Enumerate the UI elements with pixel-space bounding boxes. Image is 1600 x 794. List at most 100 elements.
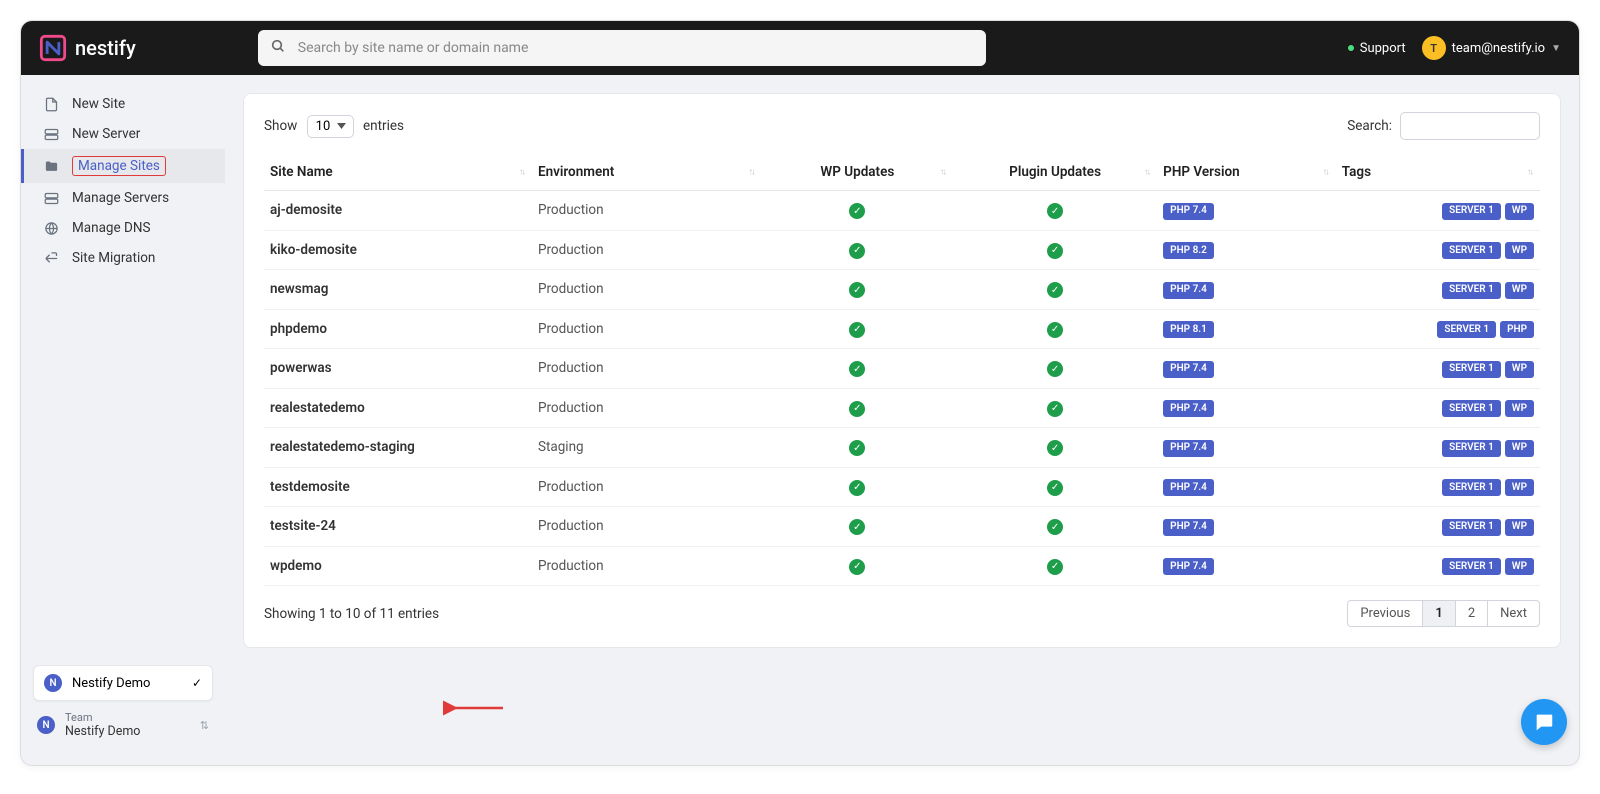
cell-tags: SERVER 1WP: [1336, 349, 1540, 389]
cell-plugin: ✓: [953, 546, 1157, 586]
cell-site: powerwas: [264, 349, 532, 389]
pagination: Previous 1 2 Next: [1347, 600, 1540, 627]
cell-tags: SERVER 1WP: [1336, 230, 1540, 270]
cell-plugin: ✓: [953, 428, 1157, 468]
cell-php: PHP 7.4: [1157, 507, 1336, 547]
sidebar: New Site New Server Manage Sites Manage …: [21, 75, 225, 765]
sort-icon: ↑↓: [1527, 167, 1532, 178]
col-env[interactable]: Environment↑↓: [532, 154, 762, 191]
table-row[interactable]: newsmagProduction✓✓PHP 7.4SERVER 1WP: [264, 270, 1540, 310]
sort-icon: ↑↓: [1144, 167, 1149, 178]
cell-site: newsmag: [264, 270, 532, 310]
tag-pill: SERVER 1: [1442, 519, 1501, 536]
col-wp[interactable]: WP Updates↑↓: [762, 154, 953, 191]
search-input[interactable]: [258, 30, 986, 66]
cell-plugin: ✓: [953, 349, 1157, 389]
tag-pill: WP: [1505, 361, 1534, 378]
topbar: nestify Support T team@nestify.io ▼: [21, 21, 1579, 75]
status-dot-icon: [1348, 45, 1354, 51]
check-circle-icon: ✓: [1047, 361, 1063, 377]
check-circle-icon: ✓: [1047, 559, 1063, 575]
sites-table: Site Name↑↓ Environment↑↓ WP Updates↑↓ P…: [264, 154, 1540, 586]
cell-tags: SERVER 1WP: [1336, 428, 1540, 468]
cell-php: PHP 7.4: [1157, 428, 1336, 468]
cell-tags: SERVER 1WP: [1336, 507, 1540, 547]
updown-icon: ⇅: [200, 719, 209, 732]
team-switcher[interactable]: N Team Nestify Demo ⇅: [33, 701, 213, 739]
pager-prev[interactable]: Previous: [1348, 601, 1422, 626]
check-circle-icon: ✓: [1047, 282, 1063, 298]
table-row[interactable]: kiko-demositeProduction✓✓PHP 8.2SERVER 1…: [264, 230, 1540, 270]
cell-plugin: ✓: [953, 309, 1157, 349]
table-row[interactable]: aj-demositeProduction✓✓PHP 7.4SERVER 1WP: [264, 191, 1540, 231]
tag-pill: SERVER 1: [1442, 479, 1501, 496]
php-pill: PHP 7.4: [1163, 479, 1214, 496]
col-site[interactable]: Site Name↑↓: [264, 154, 532, 191]
cell-plugin: ✓: [953, 507, 1157, 547]
cell-wp: ✓: [762, 191, 953, 231]
chat-icon: [1533, 711, 1555, 733]
table-row[interactable]: wpdemoProduction✓✓PHP 7.4SERVER 1WP: [264, 546, 1540, 586]
tag-pill: WP: [1505, 203, 1534, 220]
cell-site: testsite-24: [264, 507, 532, 547]
team-badge-icon: N: [37, 716, 55, 734]
cell-env: Production: [532, 467, 762, 507]
check-circle-icon: ✓: [849, 322, 865, 338]
pager-page[interactable]: 2: [1455, 601, 1487, 626]
table-row[interactable]: testdemositeProduction✓✓PHP 7.4SERVER 1W…: [264, 467, 1540, 507]
tag-pill: SERVER 1: [1437, 321, 1496, 338]
check-circle-icon: ✓: [849, 401, 865, 417]
col-php[interactable]: PHP Version↑↓: [1157, 154, 1336, 191]
support-link[interactable]: Support: [1348, 41, 1406, 56]
tag-pill: SERVER 1: [1442, 440, 1501, 457]
cell-php: PHP 8.2: [1157, 230, 1336, 270]
check-circle-icon: ✓: [1047, 203, 1063, 219]
cell-php: PHP 7.4: [1157, 191, 1336, 231]
sidebar-item-manage-dns[interactable]: Manage DNS: [21, 213, 225, 243]
cell-site: wpdemo: [264, 546, 532, 586]
user-menu[interactable]: T team@nestify.io ▼: [1422, 36, 1561, 60]
sidebar-item-site-migration[interactable]: Site Migration: [21, 243, 225, 273]
check-circle-icon: ✓: [1047, 519, 1063, 535]
arrow-annotation-icon: [443, 693, 507, 723]
cell-site: realestatedemo: [264, 388, 532, 428]
sort-icon: ↑↓: [940, 167, 945, 178]
table-row[interactable]: testsite-24Production✓✓PHP 7.4SERVER 1WP: [264, 507, 1540, 547]
globe-icon: [42, 221, 60, 236]
team-dropdown[interactable]: N Nestify Demo ✓: [33, 665, 213, 701]
table-search-label: Search:: [1347, 118, 1392, 134]
sidebar-item-label: Site Migration: [72, 250, 155, 266]
logo[interactable]: nestify: [39, 34, 136, 62]
cell-plugin: ✓: [953, 230, 1157, 270]
cell-tags: SERVER 1PHP: [1336, 309, 1540, 349]
table-search-input[interactable]: [1400, 112, 1540, 140]
cell-php: PHP 7.4: [1157, 388, 1336, 428]
cell-wp: ✓: [762, 388, 953, 428]
col-plugin[interactable]: Plugin Updates↑↓: [953, 154, 1157, 191]
tag-pill: SERVER 1: [1442, 361, 1501, 378]
cell-tags: SERVER 1WP: [1336, 191, 1540, 231]
tag-pill: SERVER 1: [1442, 242, 1501, 259]
sidebar-item-new-site[interactable]: New Site: [21, 89, 225, 119]
sort-icon: ↑↓: [749, 167, 754, 178]
chat-fab[interactable]: [1521, 699, 1567, 745]
search-wrap: [258, 30, 986, 66]
cell-env: Production: [532, 270, 762, 310]
check-circle-icon: ✓: [849, 559, 865, 575]
table-row[interactable]: realestatedemo-stagingStaging✓✓PHP 7.4SE…: [264, 428, 1540, 468]
table-row[interactable]: phpdemoProduction✓✓PHP 8.1SERVER 1PHP: [264, 309, 1540, 349]
pager-next[interactable]: Next: [1487, 601, 1539, 626]
pager-page[interactable]: 1: [1422, 601, 1454, 626]
col-tags[interactable]: Tags↑↓: [1336, 154, 1540, 191]
tag-pill: SERVER 1: [1442, 203, 1501, 220]
check-circle-icon: ✓: [849, 203, 865, 219]
sidebar-item-new-server[interactable]: New Server: [21, 119, 225, 149]
sidebar-item-manage-servers[interactable]: Manage Servers: [21, 183, 225, 213]
table-row[interactable]: realestatedemoProduction✓✓PHP 7.4SERVER …: [264, 388, 1540, 428]
entries-select[interactable]: 10: [307, 115, 354, 138]
cell-site: aj-demosite: [264, 191, 532, 231]
cell-env: Production: [532, 388, 762, 428]
table-row[interactable]: powerwasProduction✓✓PHP 7.4SERVER 1WP: [264, 349, 1540, 389]
sidebar-item-manage-sites[interactable]: Manage Sites: [21, 149, 225, 183]
tag-pill: WP: [1505, 400, 1534, 417]
